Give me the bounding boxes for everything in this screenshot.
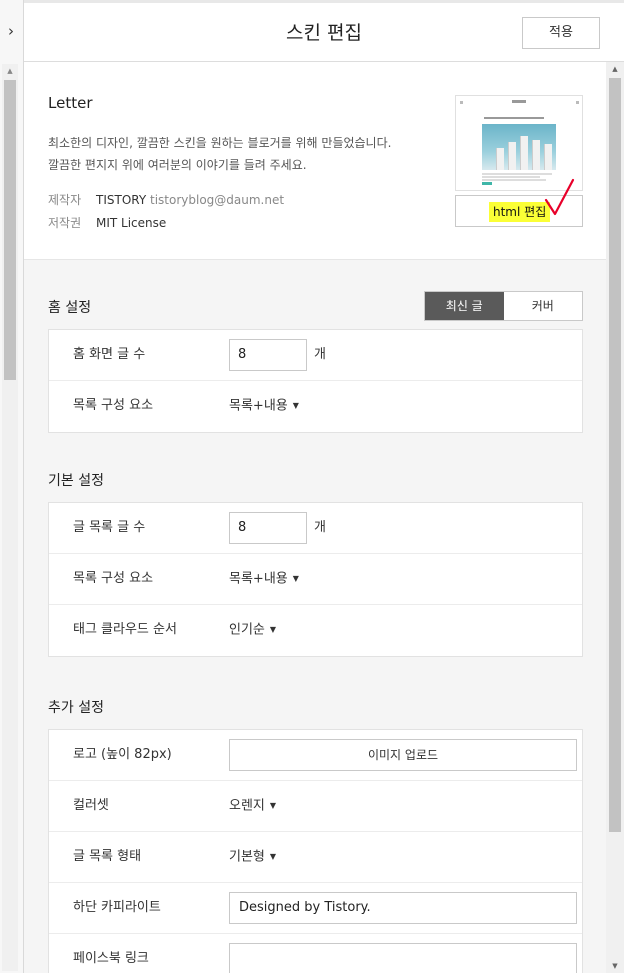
checkmark-annotation-icon [544,178,575,216]
basic-list-element-value: 목록+내용 [229,571,288,587]
basic-list-element-select[interactable]: 목록+내용 ▼ [229,554,299,605]
home-list-element-label: 목록 구성 요소 [73,398,154,413]
copyright-label: 하단 카피라이트 [73,900,161,915]
list-post-count-unit: 개 [314,520,326,535]
copyright-row: 하단 카피라이트 Designed by Tistory. [49,883,582,934]
caret-down-icon: ▼ [269,852,277,861]
left-rail: › ▲ [0,0,24,973]
skin-description: 최소한의 디자인, 깔끔한 스킨을 원하는 블로거를 위해 만들었습니다. 깔끔… [48,132,391,176]
scroll-up-arrow-icon[interactable]: ▲ [2,64,18,78]
tag-cloud-order-value: 인기순 [229,622,265,638]
preview-image [482,124,556,170]
home-post-count-input[interactable]: 8 [229,339,307,371]
maker-label: 제작자 [48,193,82,207]
skin-maker-row: 제작자 TISTORY tistoryblog@daum.net [48,191,284,208]
scroll-down-arrow-icon[interactable]: ▼ [606,959,624,973]
logo-row: 로고 (높이 82px) 이미지 업로드 [49,730,582,781]
colorset-row: 컬러셋 오렌지 ▼ [49,781,582,832]
license-value: MIT License [96,216,167,230]
tag-cloud-order-label: 태그 클라우드 순서 [73,622,177,637]
basic-settings-panel: 글 목록 글 수 8 개 목록 구성 요소 목록+내용 ▼ 태그 클라우드 순서 … [48,502,583,657]
skin-description-line: 최소한의 디자인, 깔끔한 스킨을 원하는 블로거를 위해 만들었습니다. [48,136,392,150]
list-style-select[interactable]: 기본형 ▼ [229,832,276,883]
apply-button[interactable]: 적용 [522,17,600,49]
skin-settings-content: Letter 최소한의 디자인, 깔끔한 스킨을 원하는 블로거를 위해 만들었… [24,62,606,973]
content-scrollbar[interactable]: ▲ ▼ [606,62,624,973]
left-scrollbar[interactable]: ▲ [2,64,18,971]
maker-name: TISTORY [96,193,147,207]
list-post-count-label: 글 목록 글 수 [73,520,146,535]
copyright-input[interactable]: Designed by Tistory. [229,892,577,924]
basic-settings-title: 기본 설정 [48,473,104,489]
editor-header: 스킨 편집 적용 [24,0,624,62]
caret-down-icon: ▼ [269,801,277,810]
home-type-tabs: 최신 글 커버 [424,291,583,321]
facebook-link-label: 페이스북 링크 [73,951,149,966]
tag-cloud-order-select[interactable]: 인기순 ▼ [229,605,276,656]
license-label: 저작권 [48,216,82,230]
tag-cloud-order-row: 태그 클라우드 순서 인기순 ▼ [49,605,582,656]
logo-label: 로고 (높이 82px) [73,747,172,762]
colorset-value: 오렌지 [229,798,265,814]
content-scrollbar-thumb[interactable] [609,78,621,832]
skin-license-row: 저작권 MIT License [48,214,166,231]
home-post-count-unit: 개 [314,347,326,362]
list-style-value: 기본형 [229,849,265,865]
colorset-label: 컬러셋 [73,798,109,813]
facebook-link-row: 페이스북 링크 [49,934,582,973]
home-list-element-row: 목록 구성 요소 목록+내용 ▼ [49,381,582,432]
skin-name: Letter [48,94,93,112]
left-scrollbar-thumb[interactable] [4,80,16,380]
image-upload-button[interactable]: 이미지 업로드 [229,739,577,771]
list-style-label: 글 목록 형태 [73,849,142,864]
caret-down-icon: ▼ [292,574,299,583]
html-edit-button[interactable]: html 편집 [455,178,583,227]
extra-settings-panel: 로고 (높이 82px) 이미지 업로드 컬러셋 오렌지 ▼ 글 목록 형태 기본… [48,729,583,973]
list-post-count-row: 글 목록 글 수 8 개 [49,503,582,554]
extra-settings-title: 추가 설정 [48,700,104,716]
skin-info-card: Letter 최소한의 디자인, 깔끔한 스킨을 원하는 블로거를 위해 만들었… [24,62,606,260]
basic-list-element-label: 목록 구성 요소 [73,571,154,586]
colorset-select[interactable]: 오렌지 ▼ [229,781,276,832]
home-post-count-label: 홈 화면 글 수 [73,347,146,362]
list-post-count-input[interactable]: 8 [229,512,307,544]
chevron-right-icon[interactable]: › [0,16,22,46]
home-settings-title: 홈 설정 [48,300,92,316]
home-list-element-value: 목록+내용 [229,398,288,414]
caret-down-icon: ▼ [292,401,299,410]
basic-list-element-row: 목록 구성 요소 목록+내용 ▼ [49,554,582,605]
tab-cover[interactable]: 커버 [504,292,583,320]
caret-down-icon: ▼ [269,625,277,634]
home-post-count-row: 홈 화면 글 수 8 개 [49,330,582,381]
scroll-up-arrow-icon[interactable]: ▲ [606,62,624,76]
maker-email: tistoryblog@daum.net [150,193,285,207]
list-style-row: 글 목록 형태 기본형 ▼ [49,832,582,883]
tab-latest-posts[interactable]: 최신 글 [425,292,504,320]
skin-description-line: 깔끔한 편지지 위에 여러분의 이야기를 들려 주세요. [48,158,307,172]
facebook-link-input[interactable] [229,943,577,973]
home-list-element-select[interactable]: 목록+내용 ▼ [229,381,299,432]
home-settings-panel: 홈 화면 글 수 8 개 목록 구성 요소 목록+내용 ▼ [48,329,583,433]
